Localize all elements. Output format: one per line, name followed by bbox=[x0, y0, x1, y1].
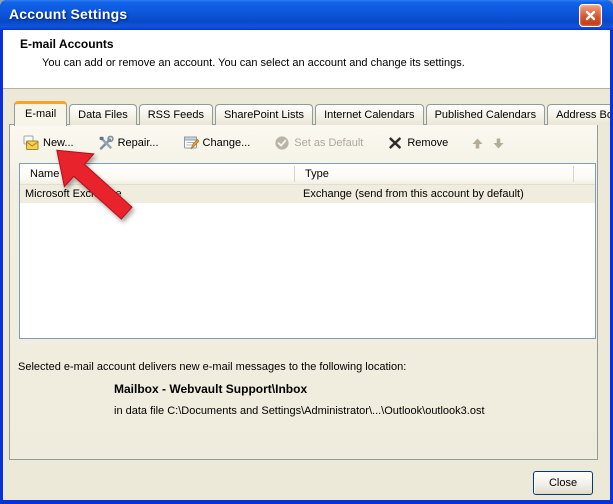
window-close-button[interactable] bbox=[579, 4, 602, 27]
close-button[interactable]: Close bbox=[533, 471, 593, 495]
mailbox-path: Mailbox - Webvault Support\Inbox bbox=[114, 382, 307, 396]
remove-account-label: Remove bbox=[407, 137, 448, 149]
move-up-button[interactable] bbox=[467, 135, 488, 152]
delivery-location-label: Selected e-mail account delivers new e-m… bbox=[18, 361, 406, 373]
tab-published-calendars[interactable]: Published Calendars bbox=[426, 104, 546, 125]
new-mail-icon bbox=[23, 135, 39, 151]
close-button-label: Close bbox=[549, 477, 577, 489]
accounts-list-header: Name Type bbox=[20, 164, 595, 185]
tab-address-books[interactable]: Address Books bbox=[547, 104, 610, 125]
dialog-header: E-mail Accounts You can add or remove an… bbox=[3, 30, 610, 89]
repair-account-label: Repair... bbox=[118, 137, 159, 149]
title-bar[interactable]: Account Settings bbox=[0, 0, 613, 30]
tab-data-files[interactable]: Data Files bbox=[69, 104, 137, 125]
column-divider bbox=[573, 166, 574, 182]
window-title: Account Settings bbox=[9, 6, 127, 22]
tab-sharepoint-lists[interactable]: SharePoint Lists bbox=[215, 104, 313, 125]
account-type-cell: Exchange (send from this account by defa… bbox=[303, 188, 524, 200]
dialog-client-area: E-mail Accounts You can add or remove an… bbox=[3, 30, 610, 500]
accounts-list[interactable]: Name Type Microsoft Exchange Exchange (s… bbox=[19, 163, 596, 339]
new-account-button[interactable]: New... bbox=[18, 133, 79, 153]
remove-account-button[interactable]: Remove bbox=[382, 133, 453, 153]
table-row[interactable]: Microsoft Exchange Exchange (send from t… bbox=[20, 185, 595, 203]
move-down-icon bbox=[492, 137, 505, 150]
move-up-icon bbox=[471, 137, 484, 150]
account-settings-dialog: Account Settings E-mail Accounts You can… bbox=[0, 0, 613, 504]
change-account-label: Change... bbox=[203, 137, 251, 149]
tab-rss-feeds[interactable]: RSS Feeds bbox=[139, 104, 213, 125]
remove-x-icon bbox=[387, 135, 403, 151]
repair-account-button[interactable]: Repair... bbox=[93, 133, 164, 153]
change-form-icon bbox=[183, 135, 199, 151]
tab-email[interactable]: E-mail bbox=[14, 101, 67, 126]
accounts-toolbar: New... Repair... bbox=[18, 131, 509, 155]
email-tab-panel: New... Repair... bbox=[9, 124, 598, 460]
close-icon bbox=[584, 9, 597, 22]
column-header-name[interactable]: Name bbox=[30, 168, 59, 180]
repair-tools-icon bbox=[98, 135, 114, 151]
move-down-button[interactable] bbox=[488, 135, 509, 152]
change-account-button[interactable]: Change... bbox=[178, 133, 256, 153]
column-header-type[interactable]: Type bbox=[305, 168, 329, 180]
set-as-default-button[interactable]: Set as Default bbox=[269, 133, 368, 153]
column-divider bbox=[294, 166, 295, 182]
tab-internet-calendars[interactable]: Internet Calendars bbox=[315, 104, 424, 125]
new-account-label: New... bbox=[43, 137, 74, 149]
data-file-path: in data file C:\Documents and Settings\A… bbox=[114, 405, 485, 417]
page-description: You can add or remove an account. You ca… bbox=[42, 57, 465, 69]
page-title: E-mail Accounts bbox=[20, 37, 114, 51]
tab-strip: E-mail Data Files RSS Feeds SharePoint L… bbox=[14, 101, 610, 125]
account-name-cell: Microsoft Exchange bbox=[25, 188, 122, 200]
set-as-default-label: Set as Default bbox=[294, 137, 363, 149]
set-default-check-icon bbox=[274, 135, 290, 151]
